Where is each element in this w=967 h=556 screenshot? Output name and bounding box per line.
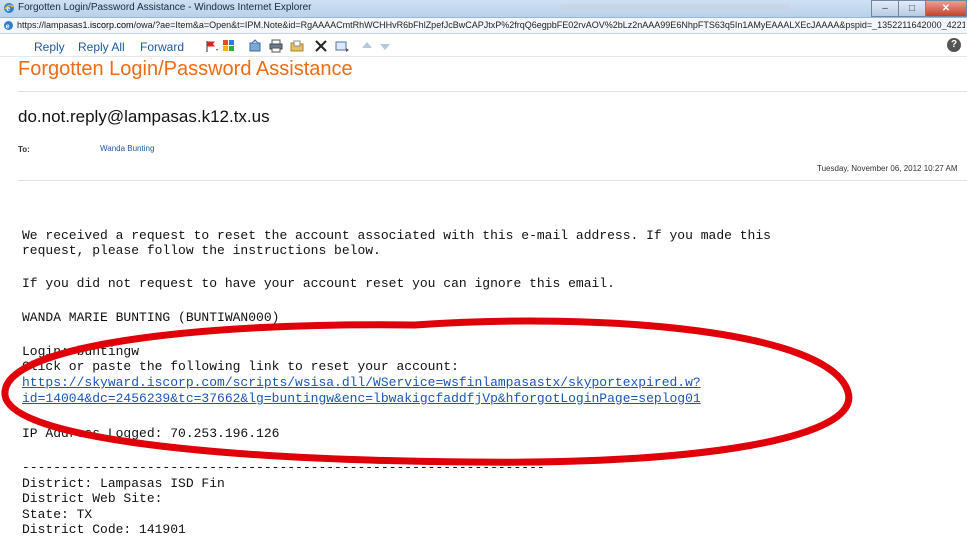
down-arrow-icon[interactable]: [378, 39, 392, 53]
body-line-district: District: Lampasas ISD Fin: [22, 476, 225, 491]
address-bar[interactable]: e https://lampasas1.iscorp.com/owa/?ae=I…: [0, 18, 967, 34]
email-date: Tuesday, November 06, 2012 10:27 AM: [817, 164, 958, 173]
categories-icon[interactable]: [222, 39, 236, 53]
window-title: Forgotten Login/Password Assistance - Wi…: [18, 2, 312, 13]
reply-all-button[interactable]: Reply All: [78, 40, 125, 54]
window-controls: – □ ✕: [871, 0, 967, 17]
body-line-ip: IP Address Logged: 70.253.196.126: [22, 426, 280, 441]
move-icon[interactable]: [248, 39, 262, 53]
body-line-name: WANDA MARIE BUNTING (BUNTIWAN000): [22, 310, 280, 325]
reply-button[interactable]: Reply: [34, 40, 65, 54]
url-text[interactable]: https://lampasas1.iscorp.com/owa/?ae=Ite…: [17, 20, 965, 30]
maximize-button[interactable]: □: [898, 0, 926, 17]
message-toolbar: Reply Reply All Forward ?: [0, 34, 967, 57]
body-line-click: Click or paste the following link to res…: [22, 359, 459, 374]
delete-icon[interactable]: [314, 39, 328, 53]
forward-button[interactable]: Forward: [140, 40, 184, 54]
svg-text:e: e: [6, 23, 10, 30]
open-folder-icon[interactable]: [290, 39, 304, 53]
reply-arrow-icon[interactable]: [335, 39, 349, 53]
close-button[interactable]: ✕: [925, 0, 967, 17]
title-bar: e Forgotten Login/Password Assistance - …: [0, 0, 967, 18]
print-icon[interactable]: [269, 39, 283, 53]
reset-link-line-2[interactable]: id=14004&dc=2456239&tc=37662&lg=buntingw…: [22, 391, 701, 406]
divider: [18, 180, 967, 181]
body-line-login: Login: buntingw: [22, 344, 140, 359]
body-line-code: District Code: 141901: [22, 522, 186, 537]
blurred-title-region: [560, 4, 790, 12]
body-separator: ----------------------------------------…: [22, 460, 545, 475]
svg-text:e: e: [6, 6, 10, 13]
email-subject: Forgotten Login/Password Assistance: [18, 58, 353, 80]
body-line-received-1: We received a request to reset the accou…: [22, 228, 771, 243]
email-sender: do.not.reply@lampasas.k12.tx.us: [18, 107, 270, 126]
page-icon: e: [4, 21, 13, 30]
to-recipient-link[interactable]: Wanda Bunting: [100, 144, 154, 153]
to-label: To:: [18, 145, 30, 154]
help-icon[interactable]: ?: [947, 38, 961, 52]
up-arrow-icon[interactable]: [360, 39, 374, 53]
reset-link-line-1[interactable]: https://skyward.iscorp.com/scripts/wsisa…: [22, 375, 701, 390]
ie-logo-icon: e: [4, 3, 14, 13]
body-line-received-2: request, please follow the instructions …: [22, 243, 381, 258]
body-line-state: State: TX: [22, 507, 93, 522]
flag-icon[interactable]: [204, 39, 218, 53]
minimize-button[interactable]: –: [871, 0, 899, 17]
body-line-website: District Web Site:: [22, 491, 163, 506]
body-line-ignore: If you did not request to have your acco…: [22, 276, 615, 291]
divider: [18, 91, 967, 92]
